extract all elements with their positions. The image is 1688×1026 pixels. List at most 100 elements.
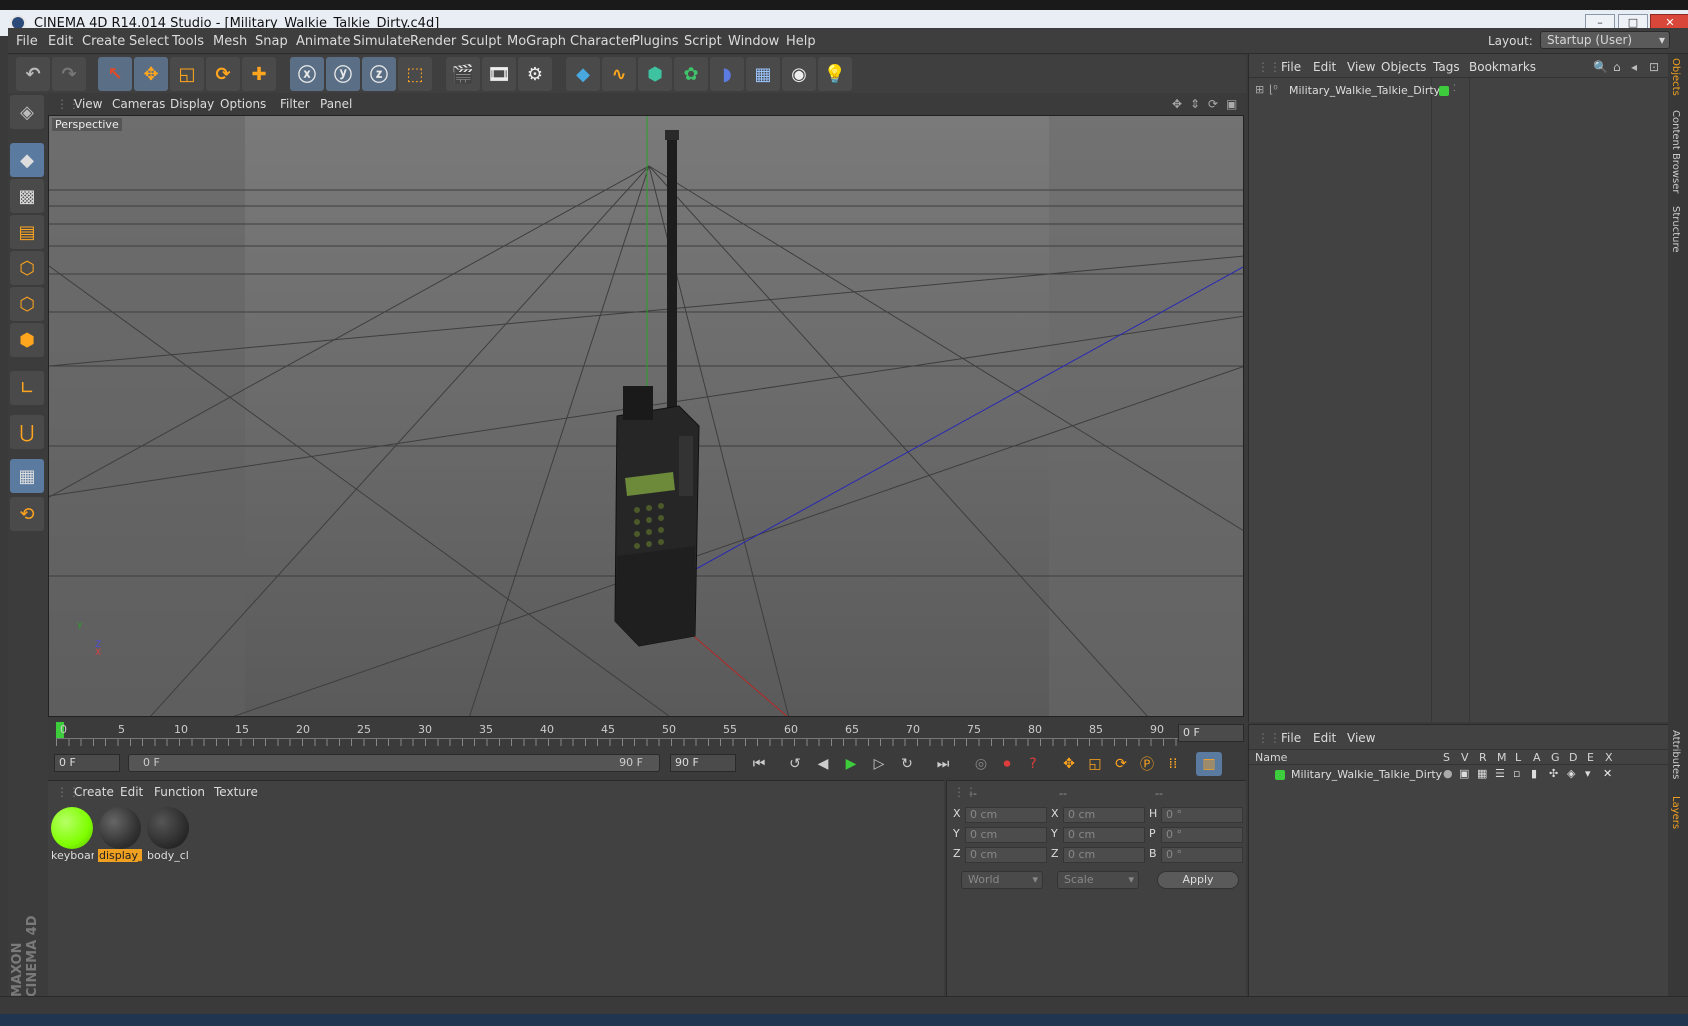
tab-structure[interactable]: Structure [1670, 206, 1681, 253]
animation-icon[interactable]: ▮ [1531, 767, 1537, 780]
end-frame-field[interactable]: 90 F [670, 754, 736, 772]
mat-menu-create[interactable]: Create [74, 785, 114, 799]
back-icon[interactable]: ◂ [1631, 60, 1637, 74]
light-icon[interactable]: 💡 [818, 57, 852, 91]
obj-menu-view[interactable]: View [1347, 60, 1375, 74]
move-icon[interactable]: ✥ [134, 57, 168, 91]
home-icon[interactable]: ⌂ [1613, 60, 1621, 74]
menu-render[interactable]: Render [410, 34, 456, 49]
vp-menu-filter[interactable]: Filter [280, 97, 310, 111]
floor-icon[interactable]: ▦ [746, 57, 780, 91]
vp-zoom-icon[interactable]: ⇕ [1190, 97, 1200, 111]
next-key-icon[interactable]: ↻ [894, 752, 920, 776]
layout-select[interactable]: Startup (User) ▾ [1540, 31, 1670, 49]
spline-icon[interactable]: ∿ [602, 57, 636, 91]
undo-icon[interactable]: ↶ [16, 57, 50, 91]
current-frame-field[interactable]: 0 F [1178, 724, 1244, 742]
menu-script[interactable]: Script [684, 34, 722, 49]
menu-edit[interactable]: Edit [48, 34, 73, 49]
obj-menu-edit[interactable]: Edit [1313, 60, 1336, 74]
search-icon[interactable]: 🔍 [1593, 60, 1608, 74]
layer-menu-file[interactable]: File [1281, 731, 1301, 745]
step-back-icon[interactable]: ◀ [810, 752, 836, 776]
expressions-icon[interactable]: ▾ [1585, 767, 1591, 780]
key-position-icon[interactable]: ✥ [1056, 752, 1082, 776]
menu-sculpt[interactable]: Sculpt [461, 34, 502, 49]
model-mode-icon[interactable]: ◆ [10, 143, 44, 177]
obj-menu-bookmarks[interactable]: Bookmarks [1469, 60, 1536, 74]
material-swatch[interactable]: keyboar [50, 807, 94, 865]
position-y-field[interactable]: 0 cm [965, 827, 1047, 843]
range-slider[interactable]: 0 F 90 F [128, 754, 660, 772]
size-x-field[interactable]: 0 cm [1063, 807, 1145, 823]
mat-menu-function[interactable]: Function [154, 785, 205, 799]
menu-character[interactable]: Character [570, 34, 634, 49]
points-mode-icon[interactable]: ⬡ [10, 251, 44, 285]
position-x-field[interactable]: 0 cm [965, 807, 1047, 823]
mat-menu-texture[interactable]: Texture [214, 785, 258, 799]
live-select-icon[interactable]: ↖ [98, 57, 132, 91]
menu-help[interactable]: Help [786, 34, 816, 49]
material-swatch[interactable]: body_cl [146, 807, 190, 865]
deformers-icon[interactable]: ◈ [1567, 767, 1575, 780]
layer-menu-view[interactable]: View [1347, 731, 1375, 745]
vp-menu-panel[interactable]: Panel [320, 97, 352, 111]
layer-color-tag[interactable] [1439, 86, 1449, 96]
render-picture-viewer-icon[interactable]: 🎞 [482, 57, 516, 91]
array-icon[interactable]: ✿ [674, 57, 708, 91]
layer-menu-edit[interactable]: Edit [1313, 731, 1336, 745]
render-settings-icon[interactable]: ⚙ [518, 57, 552, 91]
tab-layers[interactable]: Layers [1670, 796, 1681, 829]
layer-name[interactable]: Military_Walkie_Talkie_Dirty [1291, 768, 1442, 781]
menu-create[interactable]: Create [82, 34, 125, 49]
timeline[interactable]: 0 5 10 15 20 25 30 35 40 45 50 55 60 65 … [48, 718, 1246, 748]
vp-menu-view[interactable]: View [74, 97, 102, 111]
z-axis-lock-icon[interactable]: ⓩ [362, 57, 396, 91]
vp-menu-display[interactable]: Display [170, 97, 214, 111]
edges-mode-icon[interactable]: ⬡ [10, 287, 44, 321]
render-view-icon[interactable]: 🎬 [446, 57, 480, 91]
perspective-viewport[interactable]: Perspective Y Z X [48, 115, 1244, 717]
texture-mode-icon[interactable]: ▩ [10, 179, 44, 213]
rotate-icon[interactable]: ⟳ [206, 57, 240, 91]
coordinate-system-icon[interactable]: ⬚ [398, 57, 432, 91]
tab-content-browser[interactable]: Content Browser [1670, 110, 1681, 193]
vp-maximize-icon[interactable]: ▣ [1226, 97, 1237, 111]
go-to-end-icon[interactable]: ⏭ [930, 752, 956, 776]
menu-mograph[interactable]: MoGraph [507, 34, 566, 49]
camera-icon[interactable]: ◉ [782, 57, 816, 91]
vp-menu-cameras[interactable]: Cameras [112, 97, 165, 111]
visibility-dots-icon[interactable]: ⁚ [1453, 84, 1456, 94]
key-parameter-icon[interactable]: Ⓟ [1134, 752, 1160, 776]
timeline-ruler[interactable] [56, 738, 1178, 746]
menu-snap[interactable]: Snap [255, 34, 288, 49]
world-select[interactable]: World ▾ [961, 871, 1043, 889]
position-z-field[interactable]: 0 cm [965, 847, 1047, 863]
object-name[interactable]: Military_Walkie_Talkie_Dirty [1289, 84, 1440, 97]
keyframe-selection-icon[interactable]: ? [1020, 752, 1046, 776]
layer-row[interactable]: Military_Walkie_Talkie_Dirty ● ▣ ▦ ☰ ▫ ▮… [1249, 767, 1669, 783]
scale-icon[interactable]: ◱ [170, 57, 204, 91]
y-axis-lock-icon[interactable]: ⓨ [326, 57, 360, 91]
previous-key-icon[interactable]: ↺ [782, 752, 808, 776]
step-forward-icon[interactable]: ▷ [866, 752, 892, 776]
tab-objects[interactable]: Objects [1670, 58, 1681, 96]
obj-menu-objects[interactable]: Objects [1381, 60, 1426, 74]
menu-simulate[interactable]: Simulate [353, 34, 410, 49]
axis-mode-icon[interactable]: ∟ [10, 371, 44, 405]
deformer-icon[interactable]: ◗ [710, 57, 744, 91]
workplane-lock-icon[interactable]: ▦ [10, 459, 44, 493]
x-axis-lock-icon[interactable]: ⓧ [290, 57, 324, 91]
menu-tools[interactable]: Tools [172, 34, 204, 49]
vp-rotate-icon[interactable]: ⟳ [1208, 97, 1218, 111]
menu-plugins[interactable]: Plugins [632, 34, 679, 49]
vp-move-icon[interactable]: ✥ [1172, 97, 1182, 111]
rotation-b-field[interactable]: 0 ° [1161, 847, 1243, 863]
cube-icon[interactable]: ◆ [566, 57, 600, 91]
menu-window[interactable]: Window [728, 34, 779, 49]
size-z-field[interactable]: 0 cm [1063, 847, 1145, 863]
apply-button[interactable]: Apply [1157, 871, 1239, 889]
transform-icon[interactable]: ✚ [242, 57, 276, 91]
size-y-field[interactable]: 0 cm [1063, 827, 1145, 843]
material-swatch[interactable]: display_ [98, 807, 142, 865]
